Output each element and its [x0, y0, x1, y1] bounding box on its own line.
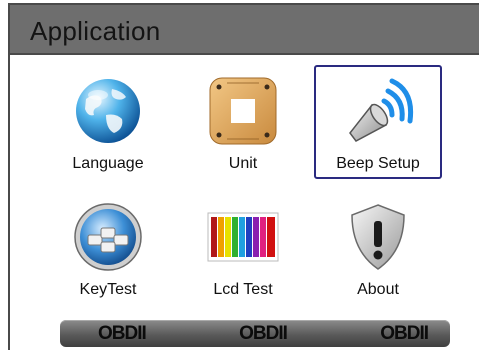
- softkey-right[interactable]: OBDII: [380, 323, 429, 345]
- tile-label: KeyTest: [79, 281, 137, 298]
- page-title: Application: [30, 16, 161, 46]
- softkey-middle[interactable]: OBDII: [239, 323, 288, 345]
- tile-label: Beep Setup: [336, 155, 420, 172]
- softkey-left[interactable]: OBDII: [98, 323, 147, 345]
- globe-icon: [76, 79, 140, 143]
- tile-beep-setup[interactable]: Beep Setup: [314, 65, 442, 179]
- tile-about[interactable]: About: [314, 191, 442, 305]
- tile-label: Language: [72, 155, 144, 172]
- tile-lcd-test[interactable]: Lcd Test: [179, 191, 307, 305]
- tile-unit[interactable]: Unit: [179, 65, 307, 179]
- tile-label: Unit: [228, 155, 258, 172]
- color-bars-icon: [207, 212, 279, 262]
- unit-icon: [209, 77, 277, 145]
- tile-label: Lcd Test: [213, 281, 273, 298]
- speaker-icon: [349, 78, 414, 142]
- tile-language[interactable]: Language: [44, 65, 172, 179]
- title-bar: Application: [10, 5, 479, 55]
- tile-label: About: [357, 281, 399, 298]
- app-window: Application Language Unit Beep Setup Key…: [8, 3, 479, 350]
- keyboard-icon: [74, 203, 142, 271]
- shield-exclamation-icon: [351, 204, 405, 270]
- bottom-toolbar: OBDII OBDII OBDII: [60, 320, 450, 347]
- tile-keytest[interactable]: KeyTest: [44, 191, 172, 305]
